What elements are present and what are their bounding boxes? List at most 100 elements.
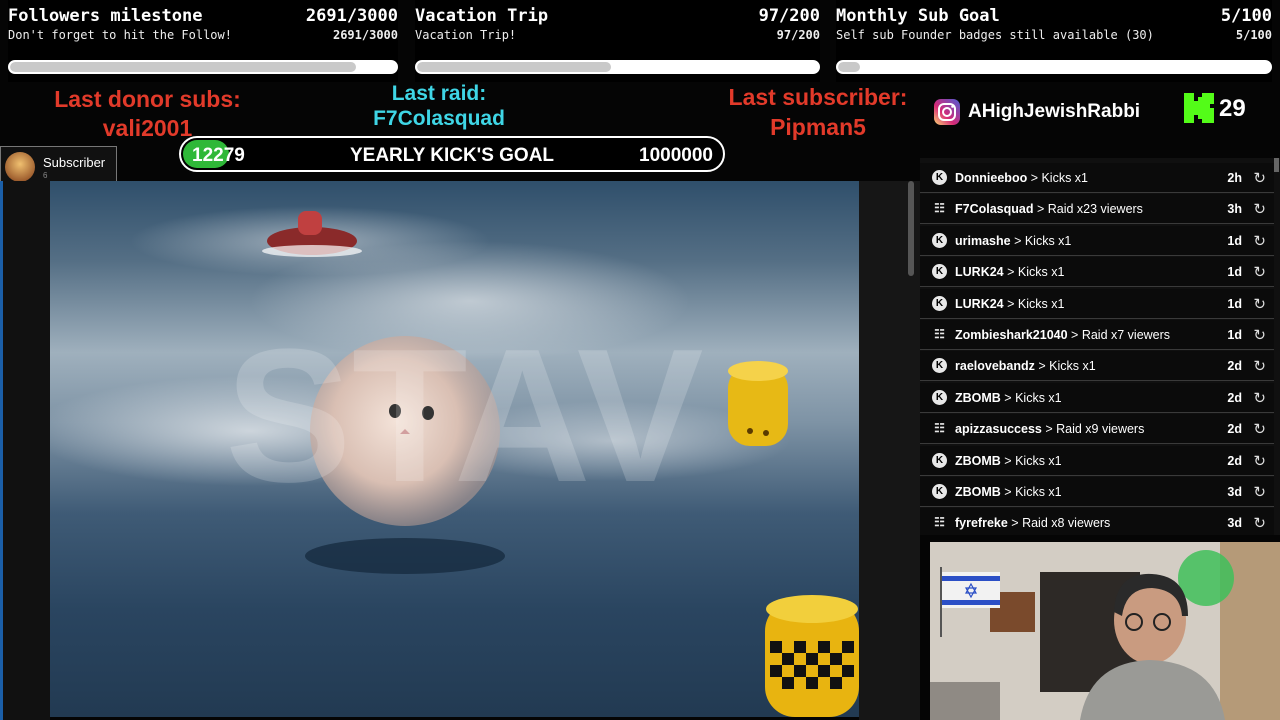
replay-icon[interactable]: ↻ <box>1253 232 1266 250</box>
subscriber-label: Subscriber <box>43 155 106 170</box>
replay-icon[interactable]: ↻ <box>1253 200 1266 218</box>
event-separator: > <box>1033 202 1048 217</box>
event-time: 3d <box>1227 516 1242 531</box>
kick-goal-target: 1000000 <box>639 145 713 166</box>
event-action: Kicks x1 <box>1015 453 1062 468</box>
event-user: ZBOMB <box>955 390 1001 405</box>
event-time: 2h <box>1227 171 1242 185</box>
raid-icon: ☷ <box>934 515 945 530</box>
replay-icon[interactable]: ↻ <box>1253 169 1266 187</box>
event-text: ZBOMB > Kicks x1 <box>955 485 1062 499</box>
buoy-yellow <box>728 361 788 446</box>
goal-count-small: 5/100 <box>1235 28 1272 42</box>
event-text: LURK24 > Kicks x1 <box>955 265 1064 279</box>
event-text: fyrefreke > Raid x8 viewers <box>955 516 1110 530</box>
goal-progress-fill <box>417 62 612 72</box>
green-orb <box>1178 550 1234 606</box>
event-action: Raid x7 viewers <box>1081 328 1171 342</box>
webcam-scene <box>930 542 1280 720</box>
raid-icon: ☷ <box>934 201 945 216</box>
goal-progress-bar <box>8 60 398 74</box>
avatar <box>5 152 35 182</box>
event-separator: > <box>1007 516 1023 531</box>
event-text: apizzasuccess > Raid x9 viewers <box>955 422 1144 436</box>
goal-subtitle: Vacation Trip! <box>415 28 517 42</box>
event-text: raelovebandz > Kicks x1 <box>955 359 1096 373</box>
kick-icon: K <box>932 170 947 185</box>
replay-icon[interactable]: ↻ <box>1253 295 1266 313</box>
event-action: Kicks x1 <box>1015 390 1062 405</box>
kick-icon: K <box>932 389 947 405</box>
left-strip <box>0 181 50 720</box>
subscriber-alert: Subscriber 6 <box>0 146 117 186</box>
event-time: 1d <box>1227 265 1242 280</box>
event-text: urimashe > Kicks x1 <box>955 234 1071 248</box>
goal-progress-bar <box>836 60 1272 74</box>
event-time: 2d <box>1227 453 1242 468</box>
kick-icon: K <box>932 452 947 468</box>
replay-icon[interactable]: ↻ <box>1253 420 1266 438</box>
goal-vacation: Vacation Trip 97/200 Vacation Trip! 97/2… <box>415 0 820 82</box>
goal-count-small: 97/200 <box>776 28 820 42</box>
event-time: 3h <box>1227 202 1242 217</box>
video-player[interactable]: STAV <box>50 181 859 717</box>
replay-icon[interactable]: ↻ <box>1253 357 1266 375</box>
yearly-kick-goal: 12279 YEARLY KICK'S GOAL 1000000 <box>179 136 725 172</box>
event-time: 1d <box>1227 328 1242 342</box>
goal-count: 97/200 <box>758 6 820 26</box>
event-text: ZBOMB > Kicks x1 <box>955 391 1062 405</box>
event-separator: > <box>1067 328 1082 342</box>
subscriber-sub: 6 <box>43 171 48 180</box>
instagram-icon <box>933 98 961 126</box>
event-row: K LURK24 > Kicks x1 1d ↻ <box>920 257 1274 288</box>
raid-icon: ☷ <box>934 327 945 341</box>
event-separator: > <box>1003 265 1018 280</box>
kick-icon: K <box>932 484 947 499</box>
event-action: Kicks x1 <box>1017 296 1065 311</box>
event-separator: > <box>1000 485 1016 499</box>
event-text: LURK24 > Kicks x1 <box>955 297 1064 311</box>
event-row: K ZBOMB > Kicks x1 2d ↻ <box>920 382 1274 413</box>
replay-icon[interactable]: ↻ <box>1253 263 1266 281</box>
replay-icon[interactable]: ↻ <box>1253 514 1266 532</box>
event-time: 2d <box>1227 422 1242 437</box>
video-scrollbar[interactable] <box>908 181 914 276</box>
event-scrollbar[interactable] <box>1274 158 1279 172</box>
event-user: ZBOMB <box>955 485 1001 499</box>
event-separator: > <box>1027 171 1042 185</box>
event-row: K Donnieeboo > Kicks x1 2h ↻ <box>920 163 1274 193</box>
event-user: fyrefreke <box>955 516 1008 531</box>
event-user: LURK24 <box>955 296 1004 311</box>
webcam <box>930 542 1280 720</box>
event-row: K ZBOMB > Kicks x1 3d ↻ <box>920 477 1274 507</box>
replay-icon[interactable]: ↻ <box>1253 326 1266 344</box>
event-row: ☷ Zombieshark21040 > Raid x7 viewers 1d ↻ <box>920 320 1274 350</box>
goal-progress-fill <box>838 62 860 72</box>
goal-progress-fill <box>10 62 357 72</box>
last-raid-label: Last raid: <box>391 82 487 105</box>
event-time: 2d <box>1227 359 1242 374</box>
event-row: ☷ fyrefreke > Raid x8 viewers 3d ↻ <box>920 508 1274 535</box>
replay-icon[interactable]: ↻ <box>1253 483 1266 501</box>
event-user: LURK24 <box>955 265 1004 280</box>
last-raid-name: F7Colasquad <box>373 107 505 130</box>
event-user: apizzasuccess <box>955 422 1042 437</box>
event-row: ☷ apizzasuccess > Raid x9 viewers 2d ↻ <box>920 414 1274 445</box>
goal-count-small: 2691/3000 <box>332 28 398 42</box>
event-user: raelovebandz <box>955 359 1035 374</box>
event-separator: > <box>1010 233 1025 248</box>
replay-icon[interactable]: ↻ <box>1253 389 1266 407</box>
event-user: urimashe <box>955 233 1011 248</box>
event-action: Kicks x1 <box>1017 265 1065 280</box>
goal-title: Vacation Trip <box>415 6 549 26</box>
event-user: F7Colasquad <box>955 202 1034 217</box>
event-text: Donnieeboo > Kicks x1 <box>955 171 1088 185</box>
last-subscriber-label: Last subscriber: <box>728 84 908 110</box>
event-separator: > <box>1003 296 1018 311</box>
event-row: Kraelovebandz > Kicks x1 2d ↻ <box>920 351 1274 382</box>
event-user: Donnieeboo <box>955 171 1028 185</box>
event-action: Raid x9 viewers <box>1056 422 1145 437</box>
kick-icon: K <box>932 358 947 374</box>
event-time: 1d <box>1227 296 1242 311</box>
replay-icon[interactable]: ↻ <box>1253 452 1266 470</box>
